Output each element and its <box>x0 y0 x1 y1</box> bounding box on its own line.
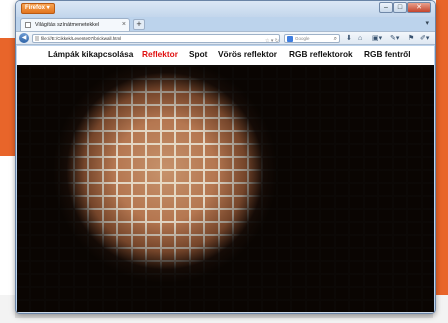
tab-title: Világítás színátmenetekkel <box>35 22 100 28</box>
status-bar <box>16 312 435 313</box>
navigation-bar: ◀ file:///E:/Cikkek/Levente07/brickwall.… <box>16 31 435 45</box>
menu-item-rgb-from-above[interactable]: RGB fentről <box>364 49 411 60</box>
extension-icon[interactable]: ⚑ <box>408 34 414 43</box>
menu-item-spot[interactable]: Spot <box>189 49 207 60</box>
search-icon[interactable]: ⌕ <box>334 35 337 43</box>
maximize-button[interactable]: □ <box>393 2 407 13</box>
minimize-button[interactable]: – <box>379 2 393 13</box>
home-icon[interactable]: ⌂ <box>358 34 362 43</box>
spotlight-overlay <box>17 65 434 312</box>
desktop-orange-block-right <box>436 0 448 295</box>
brick-wall-canvas <box>17 65 434 312</box>
bookmark-star-icon[interactable]: ☆ ▾ ↻ <box>265 37 279 42</box>
site-identity-icon[interactable] <box>35 36 39 41</box>
page-icon <box>25 22 31 28</box>
bookmarks-icon[interactable]: ▣▾ <box>372 34 382 43</box>
download-icon[interactable]: ⬇ <box>346 34 352 43</box>
address-bar[interactable]: file:///E:/Cikkek/Levente07/brickwall.ht… <box>32 34 280 43</box>
list-tabs-icon[interactable]: ▾ <box>425 19 429 27</box>
addon-icon[interactable]: ✎▾ <box>390 34 399 43</box>
new-tab-button[interactable]: + <box>133 19 145 30</box>
tools-icon[interactable]: ✐▾ <box>420 34 429 43</box>
search-engine-icon[interactable] <box>287 36 293 42</box>
tab-active[interactable]: Világítás színátmenetekkel × <box>20 18 130 31</box>
browser-window: Firefox ▾ – □ ✕ Világítás színátmenetekk… <box>15 0 436 314</box>
firefox-menu-label: Firefox <box>25 5 46 11</box>
desktop-orange-block-left <box>0 38 15 156</box>
tab-strip: Világítás színátmenetekkel × + ▾ <box>16 17 435 31</box>
menu-item-red-reflector[interactable]: Vörös reflektor <box>218 49 277 60</box>
page-content: Lámpák kikapcsolása Reflektor Spot Vörös… <box>17 46 434 312</box>
menu-item-reflector[interactable]: Reflektor <box>142 49 178 60</box>
lighting-menu: Lámpák kikapcsolása Reflektor Spot Vörös… <box>17 46 434 65</box>
firefox-menu-button[interactable]: Firefox ▾ <box>21 3 55 14</box>
menu-item-lights-off[interactable]: Lámpák kikapcsolása <box>48 49 133 60</box>
search-input[interactable]: Google ⌕ <box>284 34 340 43</box>
close-window-button[interactable]: ✕ <box>407 2 431 13</box>
close-tab-icon[interactable]: × <box>122 19 126 31</box>
url-text: file:///E:/Cikkek/Levente07/brickwall.ht… <box>41 36 122 41</box>
search-placeholder: Google <box>295 36 310 41</box>
menu-item-rgb-reflectors[interactable]: RGB reflektorok <box>289 49 353 60</box>
title-bar: Firefox ▾ – □ ✕ <box>16 1 435 17</box>
back-arrow-icon[interactable]: ◀ <box>19 33 29 43</box>
